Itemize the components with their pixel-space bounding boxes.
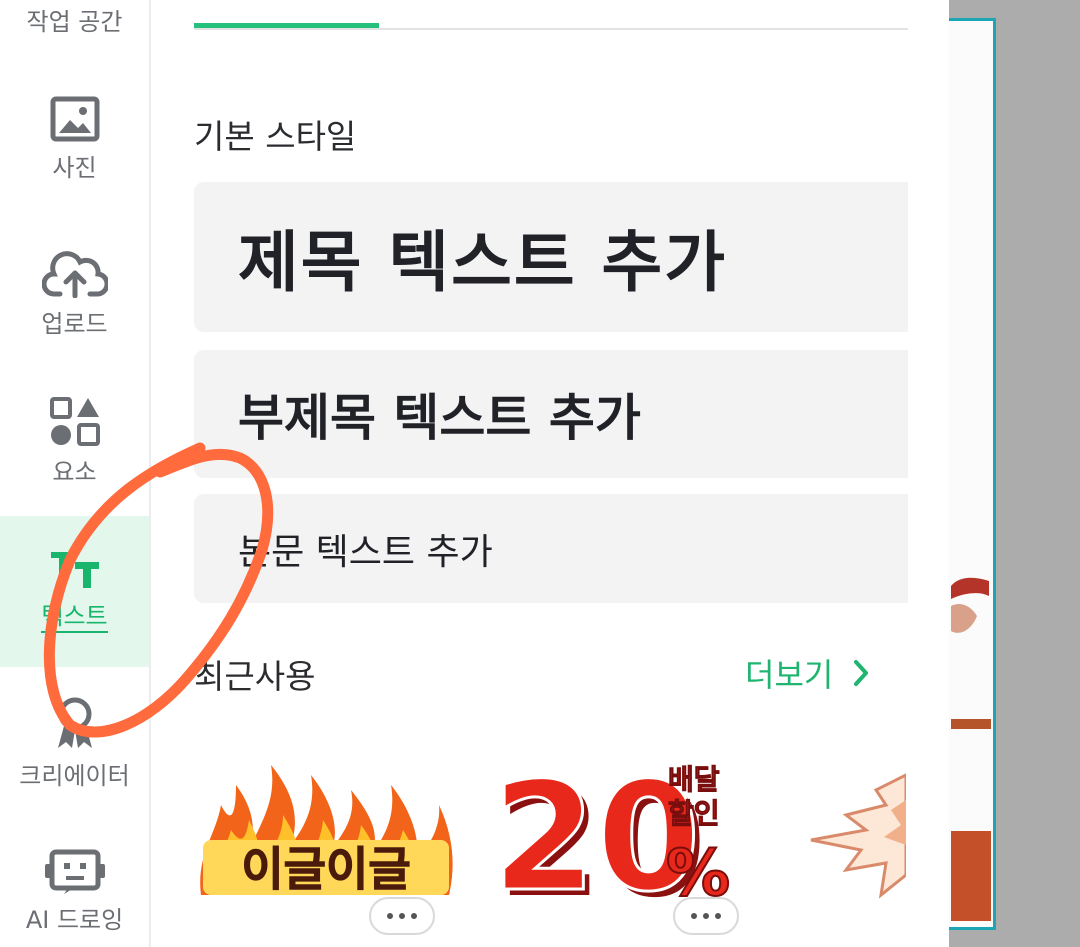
dot xyxy=(715,913,721,919)
add-subtitle-text-button[interactable]: 부제목 텍스트 추가 xyxy=(194,350,908,478)
tab-divider xyxy=(194,28,908,30)
sidebar-item-elements[interactable]: 요소 xyxy=(0,396,149,506)
dot xyxy=(411,913,417,919)
sidebar-item-workspace[interactable]: 작업 공간 xyxy=(0,0,149,50)
sidebar-item-upload[interactable]: 업로드 xyxy=(0,250,149,360)
basic-style-heading: 기본 스타일 xyxy=(194,117,357,156)
discount-percent: % xyxy=(666,837,730,900)
text-icon xyxy=(50,552,99,588)
item-options-button[interactable] xyxy=(673,897,739,935)
photo-icon xyxy=(50,96,99,142)
recent-item-burst[interactable] xyxy=(806,745,908,900)
tab-active-indicator xyxy=(194,23,379,28)
text-panel: 기본 스타일 제목 텍스트 추가 부제목 텍스트 추가 본문 텍스트 추가 최근… xyxy=(151,0,949,947)
sidebar-item-label: 작업 공간 xyxy=(26,8,123,36)
dot xyxy=(387,913,393,919)
canvas-page[interactable] xyxy=(949,18,996,930)
sidebar-item-label: 텍스트 xyxy=(41,596,108,633)
item-options-button[interactable] xyxy=(369,897,435,935)
discount-side-text-2: 할인 xyxy=(668,797,720,830)
burst-graphic xyxy=(810,772,908,899)
sidebar-item-label: 업로드 xyxy=(41,310,108,338)
more-link[interactable]: 더보기 xyxy=(745,650,869,696)
flame-item-text: 이글이글 xyxy=(241,842,410,896)
dot xyxy=(399,913,405,919)
canvas-content xyxy=(951,577,991,921)
flame-graphic: 이글이글 xyxy=(200,765,453,897)
sidebar: 작업 공간 사진 업로드 요소 텍스트 크리에이터 AI 드로잉 xyxy=(0,0,151,947)
sidebar-item-creator[interactable]: 크리에이터 xyxy=(0,696,149,796)
add-body-label: 본문 텍스트 추가 xyxy=(238,531,493,573)
add-body-text-button[interactable]: 본문 텍스트 추가 xyxy=(194,494,908,603)
sidebar-item-label: AI 드로잉 xyxy=(25,906,124,934)
discount-graphic: 20 20 배달 할인 % xyxy=(491,750,732,932)
add-title-label: 제목 텍스트 추가 xyxy=(238,224,727,301)
sidebar-item-ai-drawing[interactable]: AI 드로잉 xyxy=(0,848,149,947)
sidebar-item-photo[interactable]: 사진 xyxy=(0,96,149,206)
chevron-right-icon xyxy=(854,660,869,686)
recent-item-discount[interactable]: 20 20 배달 할인 % xyxy=(491,745,736,932)
dot xyxy=(703,913,709,919)
recent-item-flame-text[interactable]: 이글이글 xyxy=(191,745,461,900)
robot-icon xyxy=(44,849,105,894)
cloud-upload-icon xyxy=(41,251,108,298)
sidebar-item-label: 요소 xyxy=(52,458,97,486)
shapes-icon xyxy=(49,397,100,446)
add-subtitle-label: 부제목 텍스트 추가 xyxy=(238,389,641,447)
creator-icon xyxy=(57,697,92,748)
add-title-text-button[interactable]: 제목 텍스트 추가 xyxy=(194,182,908,332)
recent-heading: 최근사용 xyxy=(194,657,316,696)
dot xyxy=(691,913,697,919)
sidebar-item-label: 크리에이터 xyxy=(19,762,130,790)
sidebar-item-text[interactable]: 텍스트 xyxy=(0,516,149,667)
more-label: 더보기 xyxy=(745,656,834,694)
discount-side-text-1: 배달 xyxy=(668,763,720,796)
sidebar-item-label: 사진 xyxy=(52,154,97,182)
